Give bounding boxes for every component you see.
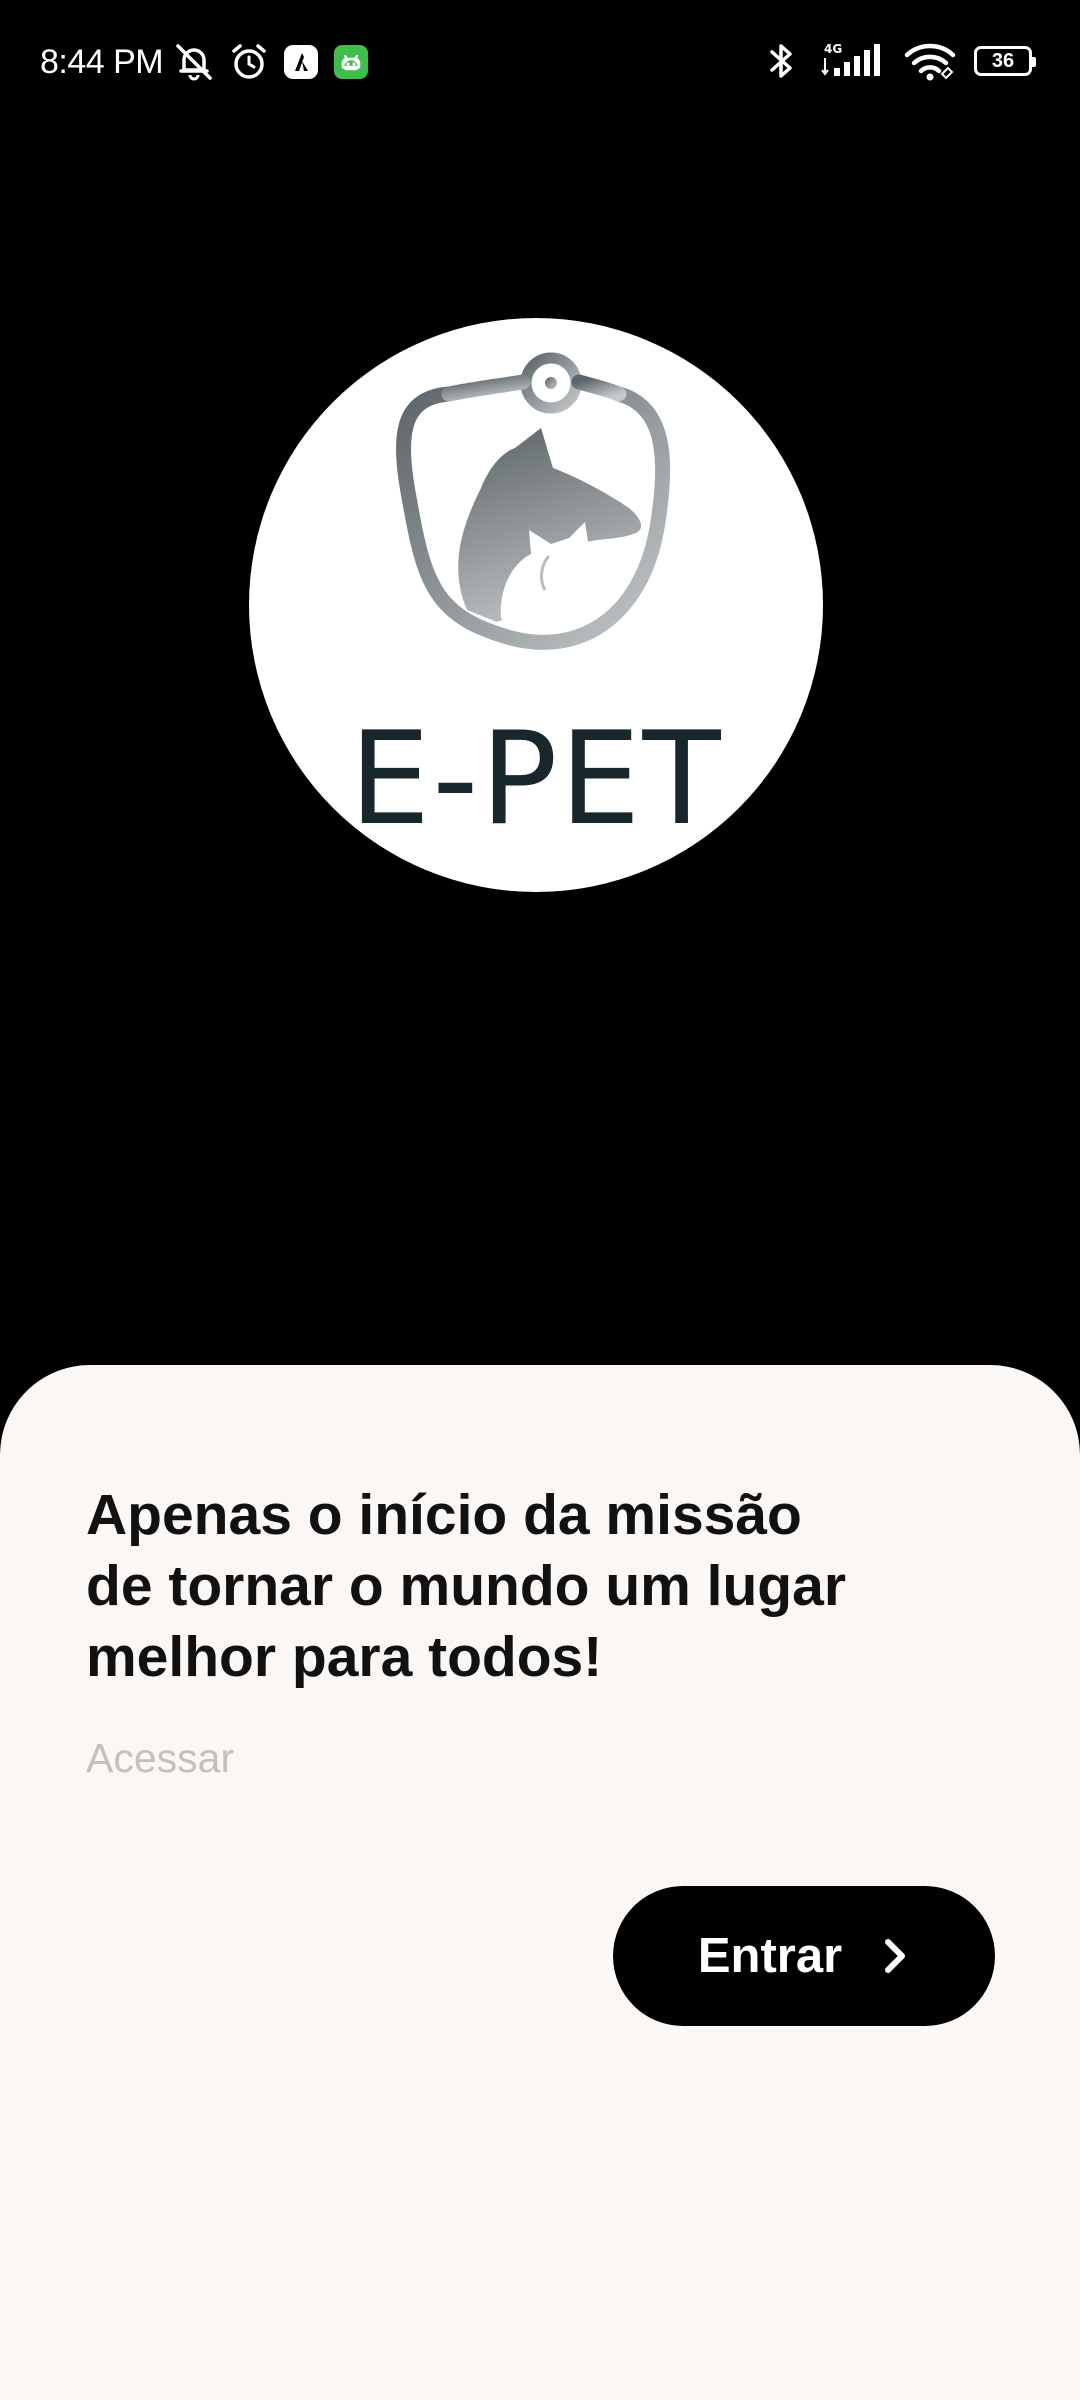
chevron-right-icon	[880, 1934, 910, 1978]
network-type: 4G	[824, 42, 842, 56]
bluetooth-icon	[764, 40, 800, 82]
signal-icon: 4G	[818, 40, 886, 82]
enter-button-label: Entrar	[697, 1929, 843, 1983]
status-right-icons: 4G 36	[764, 40, 1036, 82]
wifi-icon	[904, 40, 956, 82]
battery-level: 36	[991, 49, 1015, 72]
alarm-icon	[228, 41, 270, 83]
headline: Apenas o início da missão de tornar o mu…	[86, 1483, 847, 1689]
battery-icon: 36	[974, 46, 1036, 76]
muted-bell-icon	[172, 40, 216, 84]
enter-button[interactable]: Entrar	[613, 1886, 995, 2026]
access-label: Acessar	[86, 1735, 235, 1781]
app-notification-icon	[282, 43, 320, 81]
app-logo: E-PET	[249, 318, 823, 892]
brand-name: E-PET	[349, 705, 723, 854]
status-left-icons	[172, 40, 370, 84]
status-time: 8:44 PM	[40, 43, 164, 81]
android-notification-icon	[332, 43, 370, 81]
status-bar: 8:44 PM 4G 36	[0, 0, 1080, 130]
